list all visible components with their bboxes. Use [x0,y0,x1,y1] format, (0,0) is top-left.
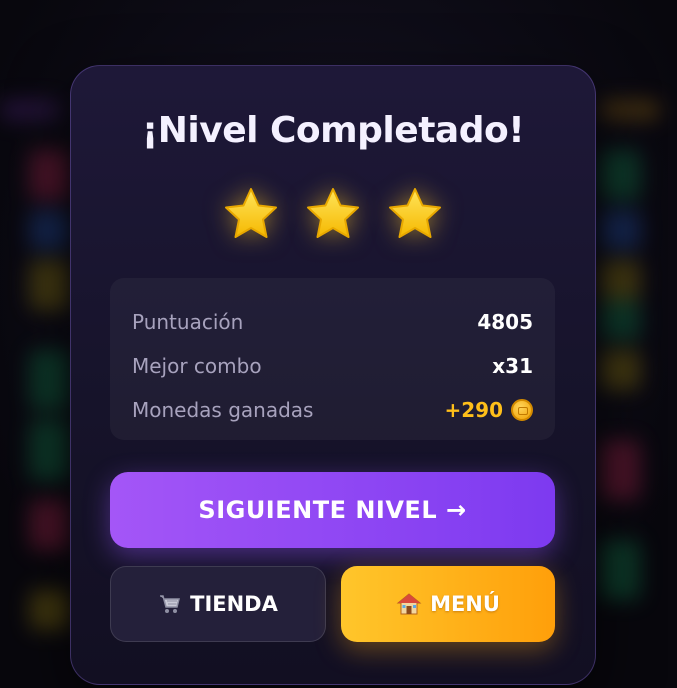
stat-value: x31 [492,354,533,378]
stat-row-score: Puntuación 4805 [132,300,533,344]
stat-row-combo: Mejor combo x31 [132,344,533,388]
next-level-label: SIGUIENTE NIVEL → [198,496,467,524]
stats-panel: Puntuación 4805 Mejor combo x31 Monedas … [110,278,555,440]
next-level-button[interactable]: SIGUIENTE NIVEL → [110,472,555,548]
star-icon [389,188,441,238]
menu-button[interactable]: MENÚ [341,566,555,642]
stat-coins-wrap: +290 [444,398,533,422]
stat-row-coins: Monedas ganadas +290 [132,388,533,432]
stat-value: +290 [444,398,503,422]
house-icon [396,592,422,616]
stat-label: Mejor combo [132,354,262,378]
star-rating [70,185,596,245]
dialog-title: ¡Nivel Completado! [141,110,525,151]
menu-label: MENÚ [430,592,500,616]
star-icon [307,188,359,238]
shop-button[interactable]: TIENDA [110,566,326,642]
coin-icon [511,399,533,421]
stat-label: Monedas ganadas [132,398,314,422]
shop-label: TIENDA [190,592,278,616]
star-icon [225,188,277,238]
cart-icon [158,593,182,615]
stat-label: Puntuación [132,310,244,334]
stat-value: 4805 [477,310,533,334]
